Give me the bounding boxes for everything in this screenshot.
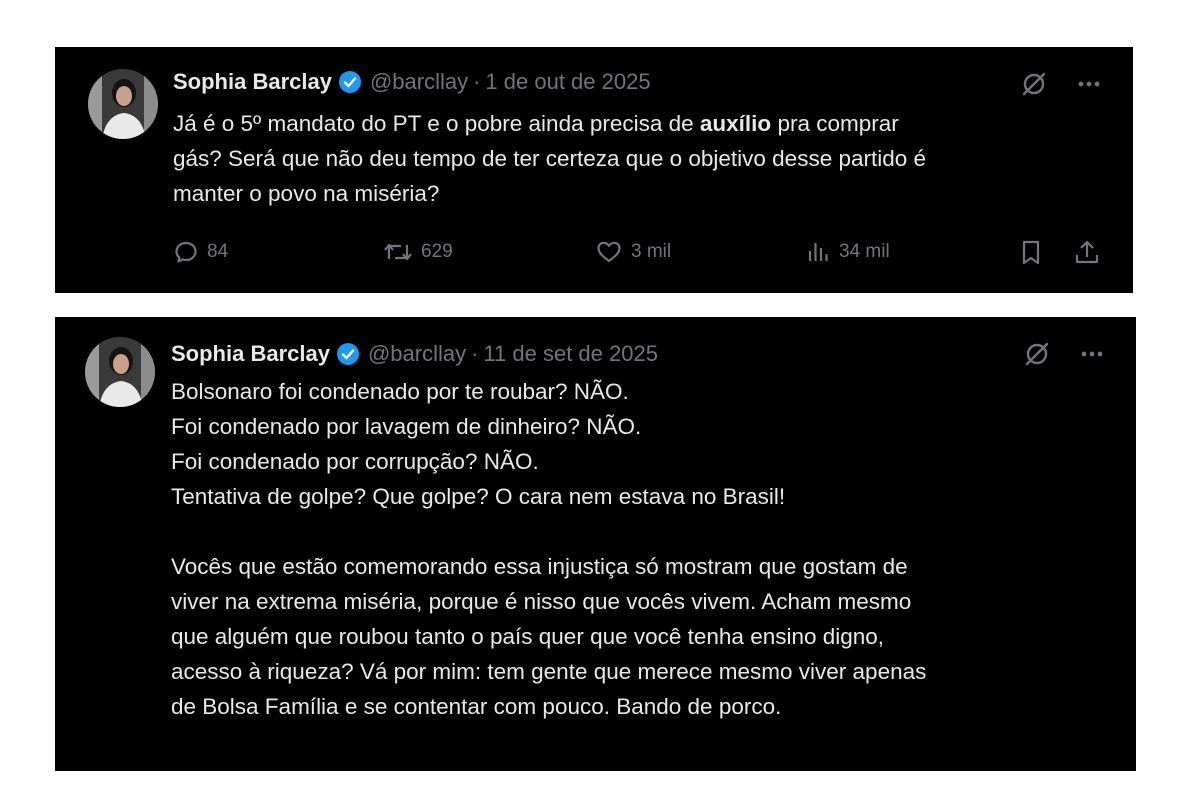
author-handle[interactable]: @barcllay xyxy=(368,341,466,367)
like-icon xyxy=(595,239,623,265)
text-line: pra comprar xyxy=(771,111,899,136)
author-name[interactable]: Sophia Barclay xyxy=(173,69,332,95)
reply-count: 84 xyxy=(207,241,229,262)
tweet-card[interactable]: Sophia Barclay @barcllay · 1 de out de 2… xyxy=(55,47,1133,293)
grok-icon[interactable] xyxy=(1019,69,1049,104)
text-line: Foi condenado por lavagem de dinheiro? N… xyxy=(171,414,642,439)
reply-button[interactable]: 84 xyxy=(173,239,228,265)
text-bold: auxílio xyxy=(699,111,772,136)
repost-icon xyxy=(383,239,413,265)
views-button[interactable]: 34 mil xyxy=(805,239,890,265)
share-icon xyxy=(1073,239,1101,267)
text-line: Tentativa de golpe? Que golpe? O cara ne… xyxy=(171,484,786,509)
text-line: acesso à riqueza? Vá por mim: tem gente … xyxy=(171,659,927,684)
more-icon[interactable] xyxy=(1078,340,1106,373)
like-count: 3 mil xyxy=(631,241,672,262)
text-line: Vocês que estão comemorando essa injusti… xyxy=(171,554,908,579)
tweet-date[interactable]: 11 de set de 2025 xyxy=(483,341,658,367)
grok-icon[interactable] xyxy=(1022,339,1052,374)
text-line: Bolsonaro foi condenado por te roubar? N… xyxy=(171,379,629,404)
verified-badge-icon xyxy=(338,70,362,94)
tweet-card[interactable]: Sophia Barclay @barcllay · 11 de set de … xyxy=(55,317,1136,771)
text-line: Já é o 5º mandato do PT e o pobre ainda … xyxy=(173,111,700,136)
bookmark-icon xyxy=(1018,239,1044,267)
reply-icon xyxy=(173,239,199,265)
bookmark-button[interactable] xyxy=(1018,239,1044,267)
action-bar: 84 629 3 mil 34 mil xyxy=(173,239,1105,269)
avatar[interactable] xyxy=(88,69,158,139)
share-button[interactable] xyxy=(1073,239,1101,267)
tweet-text: Já é o 5º mandato do PT e o pobre ainda … xyxy=(173,106,926,211)
text-line: gás? Será que não deu tempo de ter certe… xyxy=(173,146,927,171)
tweet-date[interactable]: 1 de out de 2025 xyxy=(485,69,650,95)
separator: · xyxy=(473,69,481,94)
text-line: que alguém que roubou tanto o país quer … xyxy=(171,624,885,649)
text-line: de Bolsa Família e se contentar com pouc… xyxy=(171,694,782,719)
verified-badge-icon xyxy=(336,342,360,366)
repost-count: 629 xyxy=(421,241,453,262)
text-line: viver na extrema miséria, porque é nisso… xyxy=(171,589,912,614)
tweet-text: Bolsonaro foi condenado por te roubar? N… xyxy=(171,374,926,724)
text-line: Foi condenado por corrupção? NÃO. xyxy=(171,449,539,474)
more-icon[interactable] xyxy=(1075,70,1103,103)
separator: · xyxy=(471,341,479,366)
like-button[interactable]: 3 mil xyxy=(595,239,671,265)
views-count: 34 mil xyxy=(839,241,890,262)
author-name[interactable]: Sophia Barclay xyxy=(171,341,330,367)
views-icon xyxy=(805,239,831,265)
avatar[interactable] xyxy=(85,337,155,407)
author-handle[interactable]: @barcllay xyxy=(370,69,468,95)
text-line: manter o povo na miséria? xyxy=(173,181,440,206)
repost-button[interactable]: 629 xyxy=(383,239,453,265)
